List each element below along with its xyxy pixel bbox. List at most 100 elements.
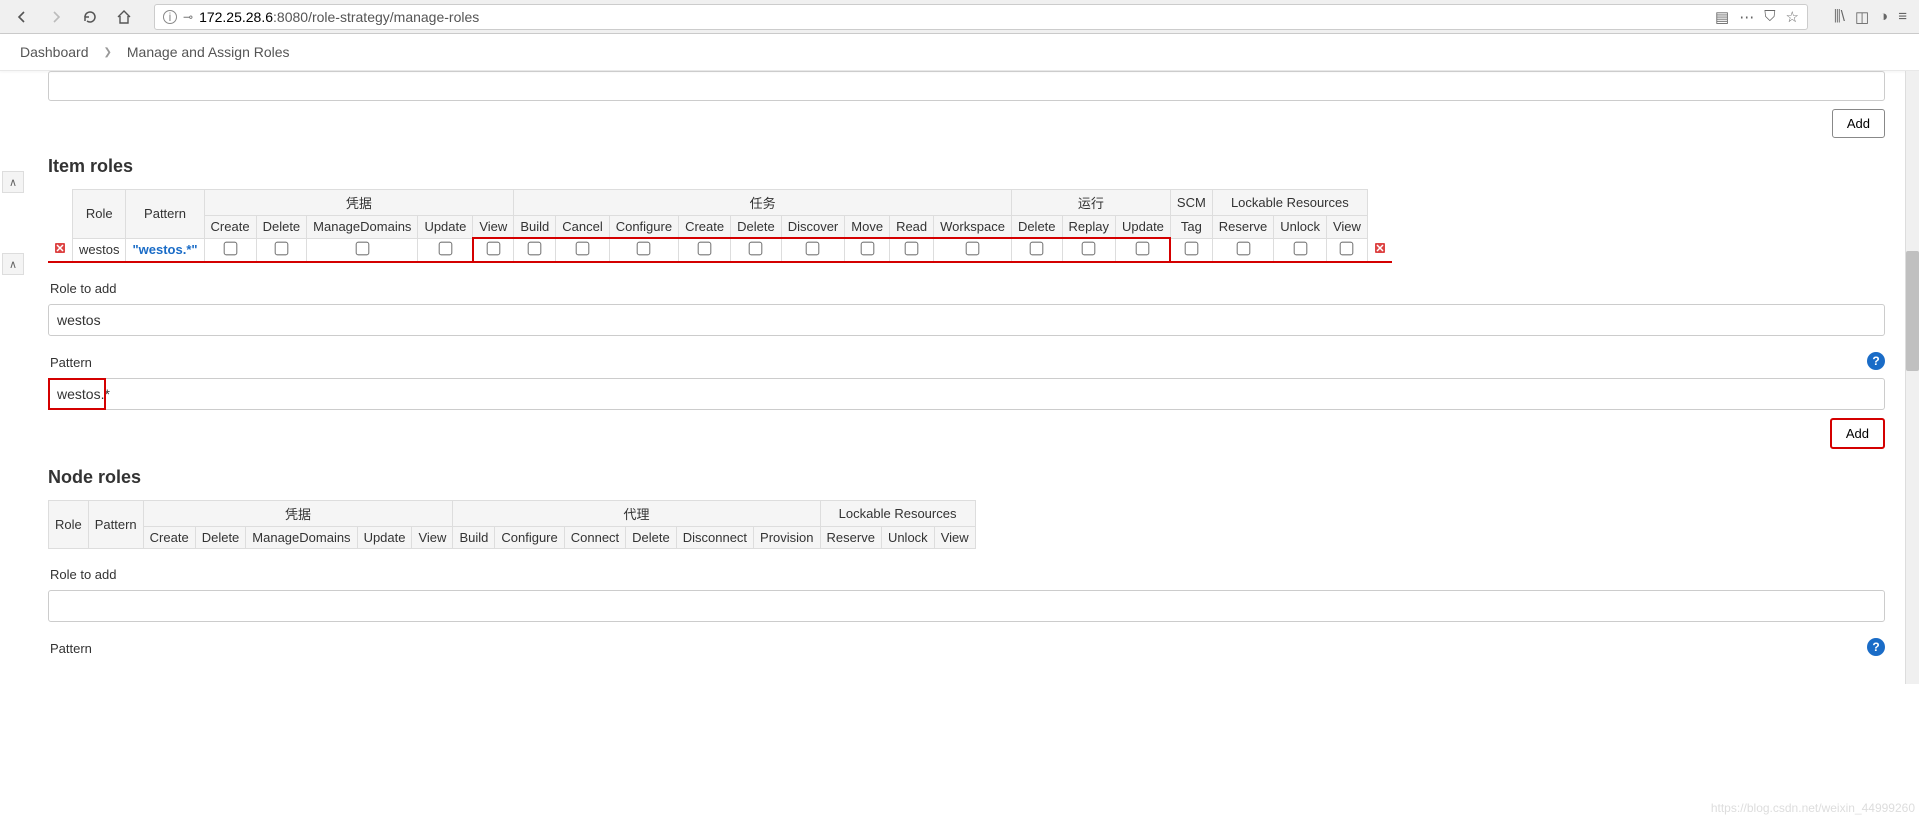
cell-t_read[interactable] xyxy=(890,238,934,262)
pattern-label: Pattern xyxy=(50,355,92,370)
checkbox-t_create[interactable] xyxy=(698,242,712,256)
node-role-to-add-input[interactable] xyxy=(48,590,1885,622)
checkbox-t_build[interactable] xyxy=(528,242,542,256)
sidebar-icon[interactable]: ◫ xyxy=(1855,8,1869,26)
library-icon[interactable]: ⫼\ xyxy=(1834,8,1845,26)
back-button[interactable] xyxy=(8,3,36,31)
previous-section-tail xyxy=(48,71,1885,101)
checkbox-c_update[interactable] xyxy=(438,241,452,255)
checkbox-l_view[interactable] xyxy=(1340,241,1354,255)
node-pattern-label: Pattern xyxy=(50,641,92,656)
th-node-c_md: ManageDomains xyxy=(246,527,357,549)
breadcrumb: Dashboard ❯ Manage and Assign Roles xyxy=(0,34,1919,71)
th-group-run: 运行 xyxy=(1011,190,1170,216)
cell-r_replay[interactable] xyxy=(1062,238,1115,262)
cell-c_delete[interactable] xyxy=(256,238,307,262)
forward-button[interactable] xyxy=(42,3,70,31)
breadcrumb-manage-roles[interactable]: Manage and Assign Roles xyxy=(127,44,290,60)
add-button-item[interactable]: Add xyxy=(1830,418,1885,449)
cell-t_create[interactable] xyxy=(679,238,731,262)
checkbox-c_delete[interactable] xyxy=(275,241,289,255)
checkbox-l_reserve[interactable] xyxy=(1236,241,1250,255)
section-collapse-2[interactable]: ∧ xyxy=(2,253,24,275)
checkbox-t_cancel[interactable] xyxy=(576,242,590,256)
th-t_create: Create xyxy=(679,216,731,239)
checkbox-t_delete[interactable] xyxy=(749,242,763,256)
info-icon: i xyxy=(163,10,177,24)
pattern-input[interactable] xyxy=(48,378,1885,410)
cell-t_move[interactable] xyxy=(845,238,890,262)
checkbox-t_configure[interactable] xyxy=(637,242,651,256)
url-bar[interactable]: i ⊸ 172.25.28.6:8080/role-strategy/manag… xyxy=(154,4,1808,30)
cell-c_view[interactable] xyxy=(473,238,514,262)
delete-row-icon-right[interactable] xyxy=(1374,242,1386,254)
cell-pattern[interactable]: "westos.*" xyxy=(126,238,204,262)
cell-t_discover[interactable] xyxy=(781,238,845,262)
th-node-agent: 代理 xyxy=(453,501,820,527)
watermark: https://blog.csdn.net/weixin_44999260 xyxy=(1711,801,1915,815)
section-collapse-1[interactable]: ∧ xyxy=(2,171,24,193)
th-r_replay: Replay xyxy=(1062,216,1115,239)
home-button[interactable] xyxy=(110,3,138,31)
th-t_delete: Delete xyxy=(731,216,782,239)
add-button-top[interactable]: Add xyxy=(1832,109,1885,138)
shield-icon[interactable]: ⛉ xyxy=(1764,8,1775,26)
breadcrumb-dashboard[interactable]: Dashboard xyxy=(20,44,89,60)
checkbox-c_create[interactable] xyxy=(223,241,237,255)
role-to-add-label: Role to add xyxy=(50,281,1885,296)
role-to-add-input[interactable] xyxy=(48,304,1885,336)
th-node-credentials: 凭据 xyxy=(143,501,453,527)
checkbox-c_view[interactable] xyxy=(487,242,501,256)
cell-c_md[interactable] xyxy=(307,238,418,262)
extension-icon[interactable]: ◑ xyxy=(1879,8,1888,26)
checkbox-t_workspace[interactable] xyxy=(966,242,980,256)
checkbox-r_replay[interactable] xyxy=(1082,242,1096,256)
cell-s_tag[interactable] xyxy=(1170,238,1212,262)
vertical-scrollbar[interactable] xyxy=(1905,71,1919,684)
cell-r_update[interactable] xyxy=(1115,238,1170,262)
th-t_build: Build xyxy=(514,216,556,239)
checkbox-l_unlock[interactable] xyxy=(1293,241,1307,255)
th-node-lockable: Lockable Resources xyxy=(820,501,975,527)
th-t_workspace: Workspace xyxy=(934,216,1012,239)
checkbox-t_read[interactable] xyxy=(905,242,919,256)
reader-icon[interactable]: ▤ xyxy=(1715,8,1729,26)
th-node-a_provision: Provision xyxy=(754,527,820,549)
cell-t_cancel[interactable] xyxy=(556,238,609,262)
cell-c_update[interactable] xyxy=(418,238,473,262)
checkbox-r_update[interactable] xyxy=(1136,242,1150,256)
cell-l_reserve[interactable] xyxy=(1212,238,1273,262)
checkbox-s_tag[interactable] xyxy=(1185,241,1199,255)
cell-t_delete[interactable] xyxy=(731,238,782,262)
more-icon[interactable]: ⋯ xyxy=(1739,8,1754,26)
hamburger-icon[interactable]: ≡ xyxy=(1898,8,1907,26)
cell-role: westos xyxy=(73,238,126,262)
checkbox-t_discover[interactable] xyxy=(806,242,820,256)
delete-row-icon-left[interactable] xyxy=(54,242,66,254)
cell-l_view[interactable] xyxy=(1326,238,1367,262)
url-text: 172.25.28.6:8080/role-strategy/manage-ro… xyxy=(199,9,1709,25)
th-node-c_view: View xyxy=(412,527,453,549)
node-role-to-add-label: Role to add xyxy=(50,567,1885,582)
cell-t_build[interactable] xyxy=(514,238,556,262)
star-icon[interactable]: ☆ xyxy=(1785,8,1798,26)
th-l_reserve: Reserve xyxy=(1212,216,1273,239)
side-collapse-column: ∧ ∧ xyxy=(0,71,28,684)
th-node-a_configure: Configure xyxy=(495,527,564,549)
checkbox-t_move[interactable] xyxy=(860,242,874,256)
th-role: Role xyxy=(73,190,126,239)
cell-c_create[interactable] xyxy=(204,238,256,262)
scroll-thumb[interactable] xyxy=(1906,251,1919,371)
cell-t_configure[interactable] xyxy=(609,238,678,262)
cell-l_unlock[interactable] xyxy=(1274,238,1327,262)
checkbox-r_delete[interactable] xyxy=(1030,242,1044,256)
cell-r_delete[interactable] xyxy=(1011,238,1062,262)
th-pattern: Pattern xyxy=(126,190,204,239)
th-node-l_unlock: Unlock xyxy=(881,527,934,549)
node-help-icon[interactable]: ? xyxy=(1867,638,1885,656)
reload-button[interactable] xyxy=(76,3,104,31)
checkbox-c_md[interactable] xyxy=(355,241,369,255)
cell-t_workspace[interactable] xyxy=(934,238,1012,262)
help-icon[interactable]: ? xyxy=(1867,352,1885,370)
th-t_configure: Configure xyxy=(609,216,678,239)
